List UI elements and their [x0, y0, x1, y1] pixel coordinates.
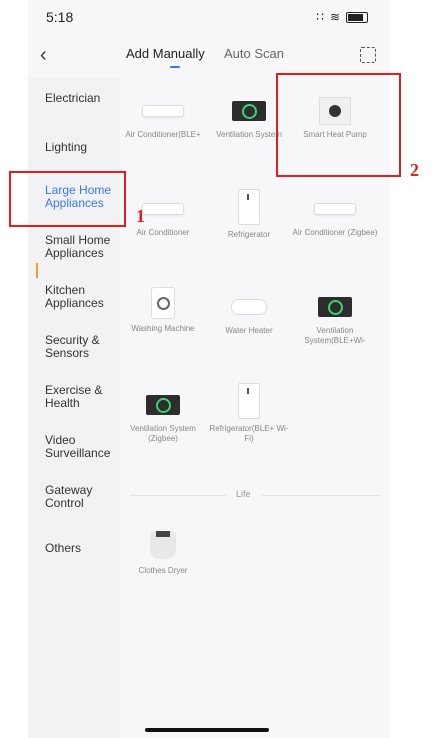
wifi-icon: ≋	[329, 10, 340, 24]
sidebar-item-others[interactable]: Others	[45, 542, 81, 555]
clothes-dryer-icon	[150, 531, 176, 559]
device-washing-machine[interactable]: Washing Machine	[120, 287, 206, 334]
device-label: Ventilation System (Zigbee)	[130, 424, 196, 443]
water-heater-icon	[231, 299, 267, 315]
section-divider-left	[130, 495, 226, 496]
highlight-box-large-home-appliances	[9, 171, 126, 227]
device-label: Air Conditioner	[136, 228, 190, 237]
selected-indicator	[36, 263, 38, 278]
scan-icon[interactable]	[360, 47, 376, 63]
device-refrigerator[interactable]: Refrigerator	[206, 189, 292, 240]
section-divider-right	[262, 495, 380, 496]
sidebar-item-lighting[interactable]: Lighting	[45, 141, 87, 154]
signal-icon: ∷	[316, 10, 324, 24]
device-label: Refrigerator	[227, 230, 271, 239]
ventilation-system-icon	[232, 101, 266, 121]
tab-auto-scan[interactable]: Auto Scan	[224, 46, 284, 61]
annotation-number-2: 2	[410, 160, 419, 180]
refrigerator-icon	[238, 189, 260, 225]
ventilation-system-icon	[318, 297, 352, 317]
refrigerator-icon	[238, 383, 260, 419]
device-label: Ventilation System(BLE+Wi-	[304, 326, 366, 345]
highlight-box-smart-heat-pump	[276, 73, 401, 177]
air-conditioner-icon	[314, 203, 356, 215]
status-bar: 5:18 ∷ ≋	[28, 0, 390, 32]
device-water-heater[interactable]: Water Heater	[206, 294, 292, 336]
device-air-conditioner[interactable]: Air Conditioner	[120, 196, 206, 238]
active-tab-indicator	[170, 66, 180, 68]
home-indicator	[145, 728, 269, 732]
air-conditioner-icon	[142, 203, 184, 215]
device-refrigerator-ble-wifi[interactable]: Refrigerator(BLE+ Wi-Fi)	[206, 383, 292, 444]
annotation-number-1: 1	[136, 206, 145, 226]
sidebar-item-small-home-appliances[interactable]: Small Home Appliances	[45, 234, 115, 260]
device-label: Refrigerator(BLE+ Wi-Fi)	[209, 424, 289, 443]
battery-icon	[346, 11, 368, 23]
air-conditioner-icon	[142, 105, 184, 117]
ventilation-system-icon	[146, 395, 180, 415]
device-clothes-dryer[interactable]: Clothes Dryer	[120, 530, 206, 576]
sidebar-item-security-sensors[interactable]: Security & Sensors	[45, 334, 105, 360]
status-time: 5:18	[46, 9, 74, 25]
status-icons: ∷ ≋	[316, 10, 368, 24]
top-nav: ‹ Add Manually Auto Scan	[28, 38, 390, 72]
sidebar-item-gateway-control[interactable]: Gateway Control	[45, 484, 105, 510]
device-ventilation-system-ble-wifi[interactable]: Ventilation System(BLE+Wi-	[292, 294, 378, 346]
device-label: Water Heater	[225, 326, 273, 335]
chevron-left-icon[interactable]: ‹	[40, 44, 47, 67]
sidebar-item-video-surveillance[interactable]: Video Surveillance	[45, 434, 111, 460]
sidebar-item-kitchen-appliances[interactable]: Kitchen Appliances	[45, 284, 115, 310]
section-title-life: Life	[236, 489, 251, 499]
device-grid: Air Conditioner(BLE+ Ventilation System …	[120, 78, 390, 738]
tab-add-manually[interactable]: Add Manually	[126, 46, 205, 61]
device-air-conditioner-ble[interactable]: Air Conditioner(BLE+	[120, 98, 206, 140]
device-label: Air Conditioner(BLE+	[125, 130, 201, 139]
washing-machine-icon	[151, 287, 175, 319]
device-label: Washing Machine	[131, 324, 195, 333]
sidebar-item-electrician[interactable]: Electrician	[45, 92, 100, 105]
sidebar-item-exercise-health[interactable]: Exercise & Health	[45, 384, 105, 410]
device-label: Clothes Dryer	[138, 566, 188, 575]
device-ventilation-system-zigbee[interactable]: Ventilation System (Zigbee)	[120, 392, 206, 444]
device-air-conditioner-zigbee[interactable]: Air Conditioner (Zigbee)	[292, 196, 378, 238]
device-label: Air Conditioner (Zigbee)	[292, 228, 378, 237]
